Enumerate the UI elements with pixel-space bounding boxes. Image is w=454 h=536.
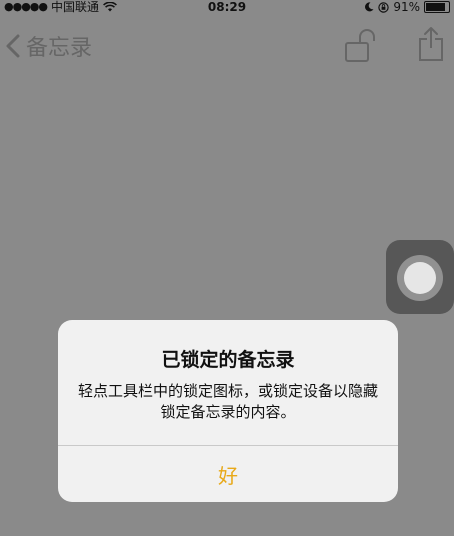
- share-icon[interactable]: [418, 26, 444, 62]
- nav-bar: 备忘录: [0, 14, 454, 74]
- alert-title: 已锁定的备忘录: [161, 349, 295, 371]
- status-bar: ●●●●● 中国联通 08:29 91%: [0, 0, 454, 14]
- orientation-lock-icon: [378, 1, 390, 13]
- back-button[interactable]: 备忘录: [4, 30, 92, 62]
- status-right: 91%: [364, 0, 450, 14]
- locked-note-alert: 已锁定的备忘录 轻点工具栏中的锁定图标，或锁定设备以隐藏锁定备忘录的内容。 好: [58, 320, 398, 502]
- battery-icon: [424, 1, 450, 13]
- ok-button[interactable]: 好: [58, 446, 398, 502]
- assistive-touch-core: [404, 262, 436, 294]
- chevron-left-icon: [6, 34, 20, 58]
- unlock-icon[interactable]: [344, 29, 378, 63]
- assistive-touch-button[interactable]: [386, 240, 454, 314]
- moon-icon: [365, 2, 374, 12]
- back-label: 备忘录: [26, 36, 93, 61]
- battery-percent: 91%: [393, 0, 420, 14]
- alert-message: 轻点工具栏中的锁定图标，或锁定设备以隐藏锁定备忘录的内容。: [77, 382, 378, 421]
